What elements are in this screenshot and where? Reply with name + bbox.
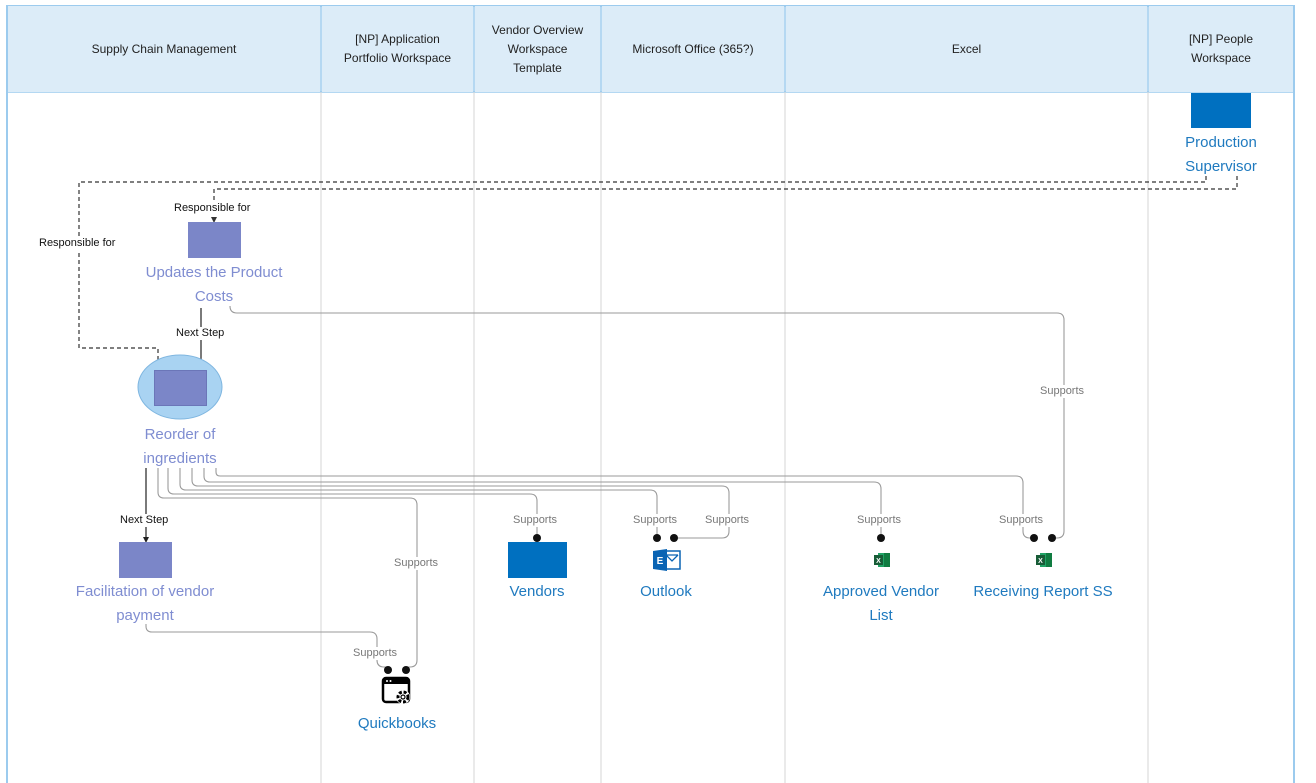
approved-vendor-list-label[interactable]: Approved Vendor List [801, 580, 961, 628]
vendors-label[interactable]: Vendors [478, 580, 596, 604]
updates-product-costs-shape[interactable] [188, 222, 241, 258]
excel-icon[interactable]: X [873, 552, 891, 568]
edge-label-supports: Supports [703, 514, 752, 527]
lane-header-supply-chain: Supply Chain Management [8, 6, 320, 92]
edge-label-next-step: Next Step [174, 327, 227, 340]
vendors-shape[interactable] [508, 542, 567, 578]
svg-text:E: E [657, 556, 664, 567]
edge-label-supports: Supports [1038, 385, 1087, 398]
production-supervisor-label[interactable]: Production Supervisor [1150, 131, 1292, 179]
diagram-canvas: Supply Chain Management [NP] Application… [0, 0, 1316, 783]
receiving-report-ss-label[interactable]: Receiving Report SS [958, 580, 1128, 604]
app-settings-icon[interactable] [381, 676, 415, 708]
edge-label-supports: Supports [855, 514, 904, 527]
reorder-ingredients-shape[interactable] [154, 370, 207, 406]
facilitation-vendor-payment-shape[interactable] [119, 542, 172, 578]
lane-header-vendor-overview: Vendor Overview Workspace Template [475, 6, 600, 92]
production-supervisor-shape[interactable] [1191, 93, 1251, 128]
facilitation-vendor-payment-label[interactable]: Facilitation of vendor payment [45, 580, 245, 628]
outlook-icon[interactable]: E [652, 548, 682, 572]
edge-label-responsible-for: Responsible for [37, 237, 118, 250]
edge-label-supports: Supports [351, 647, 400, 660]
lane-header-people: [NP] People Workspace [1149, 6, 1293, 92]
edge-label-supports: Supports [511, 514, 560, 527]
edge-label-next-step: Next Step [118, 514, 171, 527]
excel-icon[interactable]: X [1035, 552, 1053, 568]
svg-text:X: X [1038, 558, 1043, 565]
edge-label-supports: Supports [631, 514, 680, 527]
svg-text:X: X [876, 558, 881, 565]
lane-body-dividers [320, 92, 1149, 783]
edge-label-supports: Supports [392, 557, 441, 570]
reorder-ingredients-label[interactable]: Reorder of ingredients [110, 423, 250, 471]
outlook-label[interactable]: Outlook [612, 580, 720, 604]
quickbooks-label[interactable]: Quickbooks [338, 712, 456, 736]
edge-label-supports: Supports [997, 514, 1046, 527]
lane-header-microsoft-office: Microsoft Office (365?) [602, 6, 784, 92]
lane-header-application-portfolio: [NP] Application Portfolio Workspace [322, 6, 473, 92]
updates-product-costs-label[interactable]: Updates the Product Costs [120, 261, 308, 309]
lane-header-excel: Excel [786, 6, 1147, 92]
edge-label-responsible-for: Responsible for [172, 202, 253, 215]
